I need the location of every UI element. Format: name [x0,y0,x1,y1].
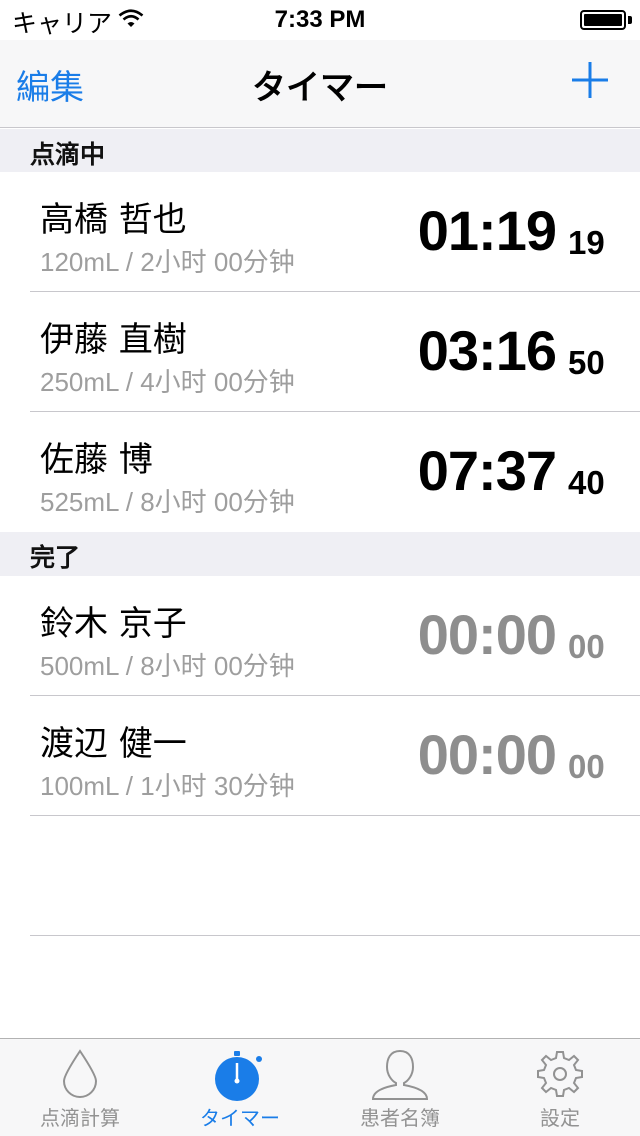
tab-label: 点滴計算 [40,1106,120,1130]
timer-seconds: 50 [568,344,605,381]
infusion-detail: 525mL / 8小时 00分钟 [40,487,295,517]
tab-bar: 点滴計算 タイマー 患者名簿 設定 [0,1038,640,1136]
infusion-detail: 500mL / 8小时 00分钟 [40,651,295,681]
patient-name: 渡辺 健一 [40,724,187,764]
timer-row[interactable]: 鈴木 京子 500mL / 8小时 00分钟 00:00 00 [0,576,640,696]
timer-row[interactable]: 高橋 哲也 120mL / 2小时 00分钟 01:19 19 [0,172,640,292]
timer-row[interactable]: 渡辺 健一 100mL / 1小时 30分钟 00:00 00 [0,696,640,816]
stopwatch-icon [215,1051,262,1101]
tab-settings[interactable]: 設定 [480,1039,640,1136]
patient-name: 伊藤 直樹 [40,320,187,360]
timer-remaining: 01:19 [417,199,557,262]
timer-row[interactable]: 伊藤 直樹 250mL / 4小时 00分钟 03:16 50 [0,292,640,412]
battery-icon [580,10,626,30]
patient-name: 高橋 哲也 [40,200,187,240]
navigation-bar: 編集 タイマー [0,40,640,128]
patient-name: 鈴木 京子 [40,604,187,644]
timer-row[interactable]: 佐藤 博 525mL / 8小时 00分钟 07:37 40 [0,412,640,532]
patient-name: 佐藤 博 [40,440,153,480]
plus-icon[interactable] [570,60,610,100]
row-divider [30,815,640,816]
section-header-running: 点滴中 [0,129,640,173]
tab-label: タイマー [200,1106,280,1130]
tab-timer[interactable]: タイマー [160,1039,320,1136]
section-header-done: 完了 [0,532,640,576]
status-time: 7:33 PM [274,6,366,33]
infusion-detail: 120mL / 2小时 00分钟 [40,247,295,277]
empty-row-divider [30,935,640,936]
tab-patient-list[interactable]: 患者名簿 [320,1039,480,1136]
timer-remaining: 07:37 [417,439,557,502]
timer-remaining: 00:00 [417,723,557,786]
status-bar: キャリア 7:33 PM [0,0,640,40]
tab-drip-calculation[interactable]: 点滴計算 [0,1039,160,1136]
infusion-detail: 250mL / 4小时 00分钟 [40,367,295,397]
section-title-running: 点滴中 [30,140,106,169]
gear-icon [537,1051,583,1097]
timer-seconds: 00 [568,748,605,785]
timer-remaining: 03:16 [417,319,557,382]
tab-label: 設定 [540,1106,580,1130]
tab-label: 患者名簿 [360,1106,440,1130]
person-icon [371,1049,429,1100]
section-title-done: 完了 [30,543,81,572]
timer-seconds: 00 [568,628,605,665]
timer-seconds: 19 [568,224,605,261]
infusion-detail: 100mL / 1小时 30分钟 [40,771,295,801]
page-title: タイマー [252,68,388,108]
timer-seconds: 40 [568,464,605,501]
timer-remaining: 00:00 [417,603,557,666]
battery-tip [628,16,632,24]
drop-icon [62,1049,98,1098]
